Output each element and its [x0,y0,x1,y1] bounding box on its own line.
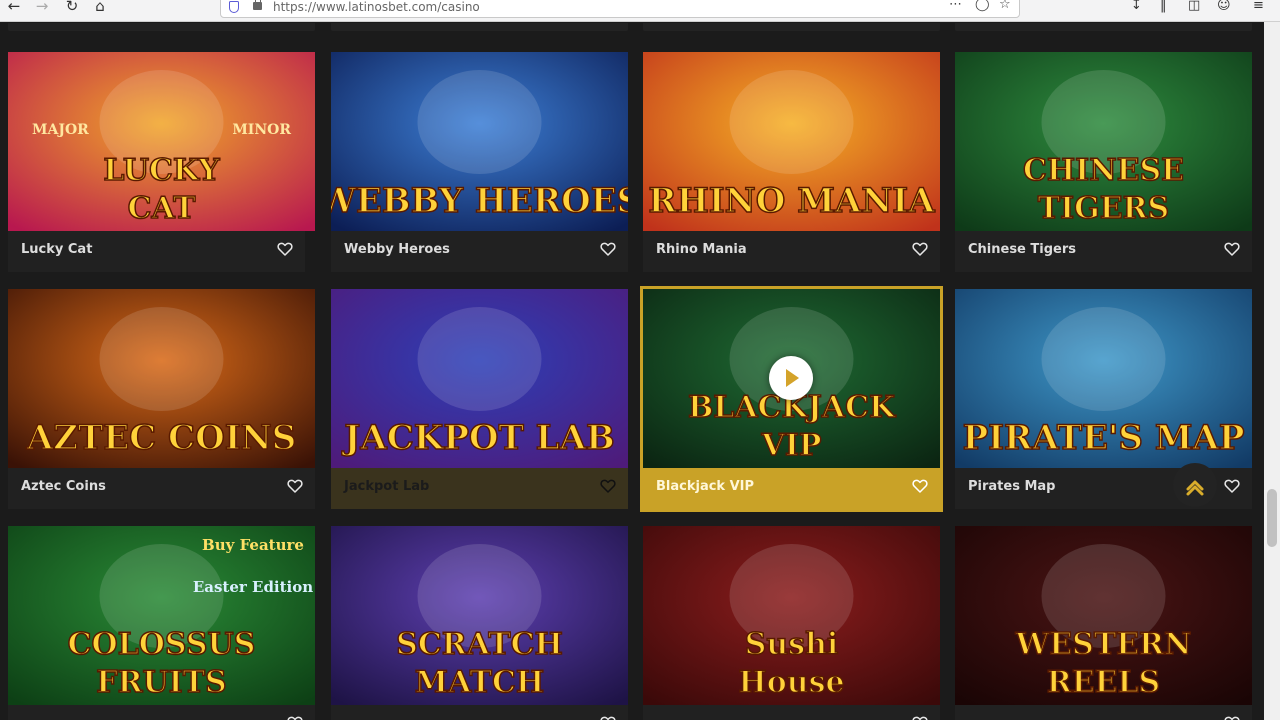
game-art-title: WESTERN [1015,627,1192,662]
game-card-aztec-coins[interactable]: AZTEC COINS Aztec Coins [8,289,315,509]
game-art-title: SCRATCH [396,627,563,662]
game-thumbnail[interactable]: RHINO MANIA [643,52,940,231]
game-art-title: Sushi [745,627,839,662]
bookmark-star-icon[interactable]: ☆ [999,0,1011,12]
game-thumbnail[interactable]: CHINESE TIGERS [955,52,1252,231]
page-scrollbar[interactable] [1264,22,1280,720]
favorite-heart-icon[interactable] [912,715,928,720]
favorite-heart-icon[interactable] [277,241,293,257]
game-card-lucky-cat[interactable]: MAJOR MINOR LUCKY CAT Lucky Cat [8,52,315,272]
reload-icon[interactable]: ↻ [62,0,82,16]
favorite-heart-icon[interactable] [600,241,616,257]
game-thumbnail[interactable]: Sushi House [643,526,940,705]
favorite-heart-icon[interactable] [1224,478,1240,494]
game-art-title: AZTEC COINS [26,418,297,458]
game-title: Blackjack VIP [656,479,755,494]
game-title: Chinese Tigers [968,242,1076,257]
library-icon[interactable]: ‖ [1160,0,1167,12]
home-icon[interactable]: ⌂ [90,0,110,16]
double-chevron-up-icon [1186,480,1204,496]
favorite-heart-icon[interactable] [912,478,928,494]
scroll-to-top-button[interactable] [1173,463,1217,507]
game-title: Jackpot Lab [344,479,430,494]
menu-icon[interactable]: ≡ [1253,0,1264,12]
game-title: Rhino Mania [656,242,747,257]
game-thumbnail[interactable]: PIRATE'S MAP [955,289,1252,468]
favorite-heart-icon[interactable] [600,478,616,494]
browser-toolbar: ← → ↻ ⌂ https://www.latinosbet.com/casin… [0,0,1280,22]
game-card-blackjack-vip[interactable]: BLACKJACK VIP Blackjack VIP [640,286,943,512]
game-card-jackpot-lab[interactable]: JACKPOT LAB Jackpot Lab [331,289,628,509]
game-title: Webby Heroes [344,242,450,257]
favorite-heart-icon[interactable] [912,241,928,257]
game-card-sushi-house[interactable]: Sushi House [643,526,940,720]
scrollbar-thumb[interactable] [1267,489,1277,547]
game-thumbnail[interactable]: WEBBY HEROES [331,52,628,231]
game-thumbnail[interactable]: SCRATCH MATCH [331,526,628,705]
game-thumbnail[interactable]: AZTEC COINS [8,289,315,468]
game-artwork-figure [729,70,854,174]
game-art-title: REELS [1047,665,1160,700]
game-title: Aztec Coins [21,479,106,494]
game-art-title: CAT [128,191,197,226]
favorite-heart-icon[interactable] [600,715,616,720]
casino-page: MAJOR MINOR LUCKY CAT Lucky Cat WEBBY HEROES W… [0,23,1264,720]
game-card-webby-heroes[interactable]: WEBBY HEROES Webby Heroes [331,52,628,272]
game-art-title: FRUITS [96,665,226,700]
game-art-caption: MINOR [232,122,291,138]
game-card-scratch-match[interactable]: SCRATCH MATCH [331,526,628,720]
game-art-caption: Buy Feature [202,536,304,554]
game-art-title: VIP [761,428,822,463]
favorite-heart-icon[interactable] [1224,241,1240,257]
game-thumbnail[interactable]: Buy Feature Easter Edition COLOSSUS FRUITS [8,526,315,705]
account-icon[interactable]: ☺ [1217,0,1231,12]
favorite-heart-icon[interactable] [287,715,303,720]
game-thumbnail[interactable]: JACKPOT LAB [331,289,628,468]
game-art-title: JACKPOT LAB [341,418,614,458]
game-artwork-figure [1041,307,1166,411]
game-art-caption: MAJOR [32,122,89,138]
game-art-title: CHINESE [1023,153,1184,188]
game-artwork-figure [417,307,542,411]
game-card-chinese-tigers[interactable]: CHINESE TIGERS Chinese Tigers [955,52,1252,272]
game-title: Pirates Map [968,479,1056,494]
favorite-heart-icon[interactable] [287,478,303,494]
play-button[interactable] [769,356,813,400]
game-card-rhino-mania[interactable]: RHINO MANIA Rhino Mania [643,52,940,272]
game-art-title: COLOSSUS [68,627,256,662]
favorite-heart-icon[interactable] [1224,715,1240,720]
previous-row-edge [0,23,1264,31]
game-art-title: TIGERS [1038,191,1169,226]
game-art-title: House [738,665,844,700]
downloads-icon[interactable]: ↧ [1131,0,1142,12]
game-artwork-figure [99,307,224,411]
game-artwork-figure [417,70,542,174]
game-art-title: WEBBY HEROES [331,181,628,221]
game-thumbnail[interactable]: WESTERN REELS [955,526,1252,705]
back-icon[interactable]: ← [4,0,24,16]
game-art-caption: Easter Edition [193,578,313,596]
game-art-title: MATCH [415,665,544,700]
sidebar-icon[interactable]: ◫ [1188,0,1200,12]
game-art-title: PIRATE'S MAP [963,418,1245,458]
forward-icon[interactable]: → [32,0,52,16]
game-thumbnail[interactable]: MAJOR MINOR LUCKY CAT [8,52,315,231]
game-art-title: LUCKY [103,153,220,188]
tracking-shield-icon[interactable] [229,1,239,13]
game-card-western-reels[interactable]: WESTERN REELS [955,526,1252,720]
url-text: https://www.latinosbet.com/casino [273,0,480,14]
page-actions-icon[interactable]: ⋯ [949,0,962,12]
pocket-icon[interactable]: ◯ [975,0,990,12]
game-art-title: RHINO MANIA [648,181,935,221]
address-bar[interactable]: https://www.latinosbet.com/casino ⋯ ◯ ☆ [220,0,1020,18]
lock-icon[interactable] [253,0,262,10]
game-card-colossus-fruits[interactable]: Buy Feature Easter Edition COLOSSUS FRUITS [8,526,315,720]
game-title: Lucky Cat [21,242,93,257]
